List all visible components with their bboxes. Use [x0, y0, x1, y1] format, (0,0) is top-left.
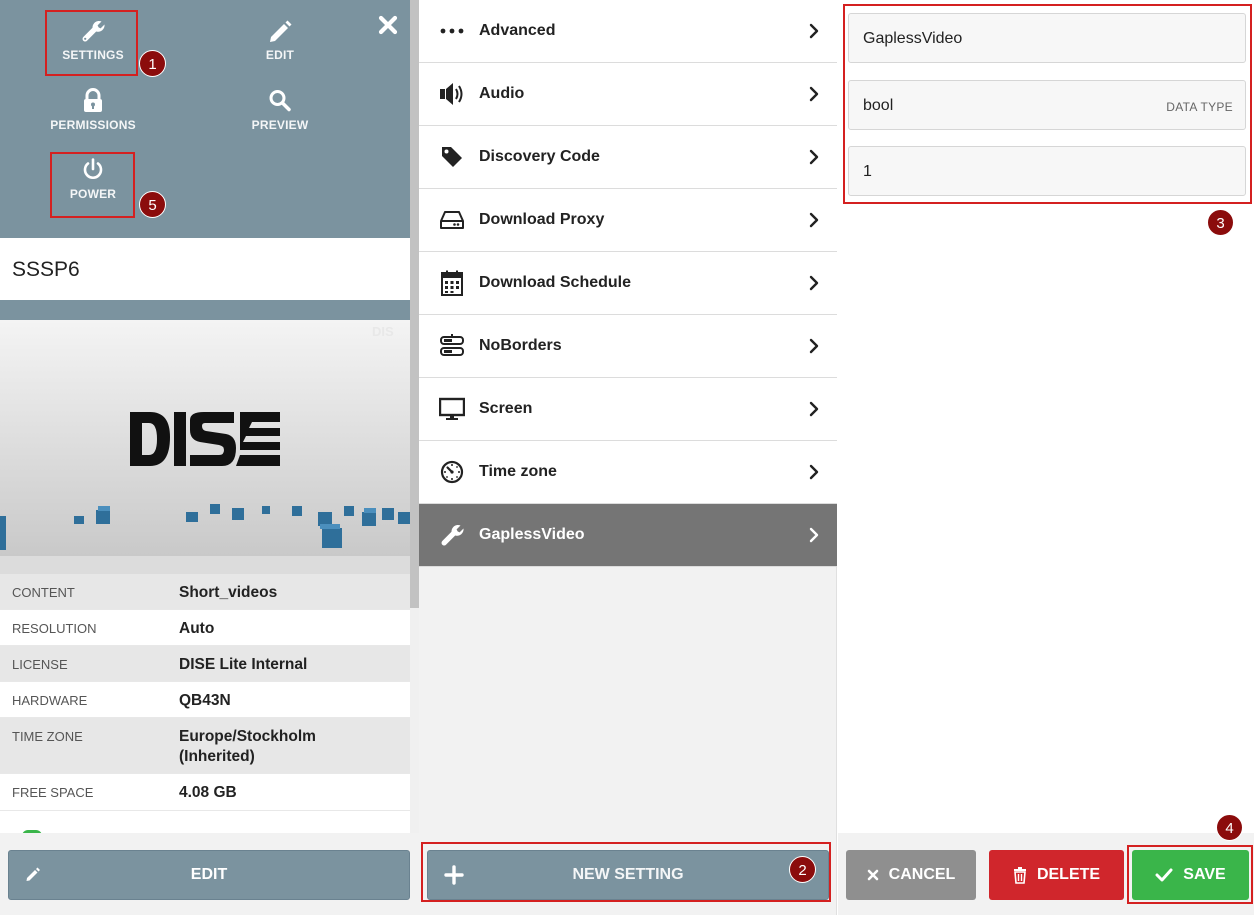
info-key: FREE SPACE [12, 785, 94, 800]
chevron-right-icon [809, 212, 819, 228]
category-advanced[interactable]: Advanced [419, 0, 837, 63]
category-download-proxy[interactable]: Download Proxy [419, 189, 837, 252]
hard-drive-icon [439, 207, 465, 233]
category-label: Download Proxy [479, 211, 605, 228]
info-value: Short_videos [179, 584, 278, 601]
step-badge: 3 [1207, 209, 1234, 236]
settings-category-list: Advanced Audio Discovery Code Download P… [419, 0, 837, 567]
category-label: GaplessVideo [479, 526, 585, 543]
highlight-new-setting [421, 842, 831, 902]
category-label: NoBorders [479, 337, 562, 354]
table-row: LICENSE DISE Lite Internal [0, 646, 410, 682]
chevron-right-icon [809, 275, 819, 291]
step-badge: 4 [1216, 814, 1243, 841]
category-discovery-code[interactable]: Discovery Code [419, 126, 837, 189]
chevron-right-icon [809, 23, 819, 39]
info-value: Auto [179, 620, 215, 637]
info-key: RESOLUTION [12, 621, 97, 636]
category-label: Advanced [479, 22, 556, 39]
info-value: Europe/Stockholm (Inherited) [179, 728, 316, 765]
table-row: CONTENT Short_videos [0, 574, 410, 610]
search-icon [269, 90, 291, 112]
step-badge: 1 [139, 50, 166, 77]
edit-button[interactable]: EDIT [8, 850, 410, 900]
watermark-logo-text: DIS [372, 324, 394, 339]
category-screen[interactable]: Screen [419, 378, 837, 441]
clock-icon [439, 459, 465, 485]
image-band [0, 300, 410, 320]
table-row: RESOLUTION Auto [0, 610, 410, 646]
info-key: CONTENT [12, 585, 75, 600]
table-row: TIME ZONE Europe/Stockholm (Inherited) [0, 718, 410, 774]
edit-action[interactable]: EDIT [220, 18, 340, 62]
category-download-schedule[interactable]: Download Schedule [419, 252, 837, 315]
pencil-icon [270, 20, 292, 42]
permissions-action[interactable]: PERMISSIONS [33, 88, 153, 132]
device-panel: SETTINGS EDIT PERMISSIONS PREVIEW POWER … [0, 0, 410, 915]
chevron-right-icon [809, 338, 819, 354]
info-key: HARDWARE [12, 693, 88, 708]
highlight-power [50, 152, 135, 218]
scrollbar-thumb[interactable] [410, 0, 419, 608]
info-value: 4.08 GB [179, 784, 237, 801]
table-row: FREE SPACE 4.08 GB [0, 774, 410, 811]
delete-label: DELETE [1036, 866, 1101, 883]
category-noborders[interactable]: NoBorders [419, 315, 837, 378]
highlight-settings [45, 10, 138, 76]
close-icon[interactable] [377, 14, 399, 36]
info-value: QB43N [179, 692, 231, 709]
info-value: DISE Lite Internal [179, 656, 308, 673]
table-row: HARDWARE QB43N [0, 682, 410, 718]
close-icon [867, 869, 879, 881]
wrench-icon [439, 522, 465, 548]
step-badge: 2 [789, 856, 816, 883]
permissions-action-label: PERMISSIONS [50, 118, 136, 132]
device-screenshot: DIS [0, 320, 410, 556]
highlight-setting-form [843, 4, 1252, 204]
chevron-right-icon [809, 527, 819, 543]
pencil-icon [26, 867, 40, 881]
highlight-save [1127, 845, 1253, 904]
info-key: LICENSE [12, 657, 68, 672]
category-label: Download Schedule [479, 274, 632, 291]
edit-button-label: EDIT [190, 866, 228, 883]
monitor-icon [439, 396, 465, 422]
cancel-button[interactable]: CANCEL [846, 850, 976, 900]
device-info-table: CONTENT Short_videos RESOLUTION Auto LIC… [0, 574, 410, 811]
category-time-zone[interactable]: Time zone [419, 441, 837, 504]
category-label: Screen [479, 400, 533, 417]
image-footer-band [0, 556, 410, 574]
calendar-icon [439, 270, 465, 296]
edit-action-label: EDIT [265, 48, 295, 62]
preview-action-label: PREVIEW [251, 118, 309, 132]
settings-category-panel: Advanced Audio Discovery Code Download P… [419, 0, 837, 915]
dise-preview-image: DIS [0, 320, 410, 556]
info-key: TIME ZONE [12, 729, 83, 744]
chevron-right-icon [809, 464, 819, 480]
trash-icon [1013, 866, 1027, 884]
chevron-right-icon [809, 401, 819, 417]
category-audio[interactable]: Audio [419, 63, 837, 126]
category-label: Audio [479, 85, 525, 102]
lock-icon [84, 88, 102, 112]
server-icon [439, 333, 465, 359]
device-name: SSSP6 [0, 238, 410, 300]
category-label: Discovery Code [479, 148, 600, 165]
step-badge: 5 [139, 191, 166, 218]
speaker-icon [439, 81, 465, 107]
chevron-right-icon [809, 149, 819, 165]
category-label: Time zone [479, 463, 557, 480]
ellipsis-icon [439, 18, 465, 44]
cancel-label: CANCEL [888, 866, 956, 883]
tag-icon [439, 144, 465, 170]
chevron-right-icon [809, 86, 819, 102]
preview-action[interactable]: PREVIEW [220, 88, 340, 132]
delete-button[interactable]: DELETE [989, 850, 1124, 900]
category-gaplessvideo[interactable]: GaplessVideo [419, 504, 837, 567]
